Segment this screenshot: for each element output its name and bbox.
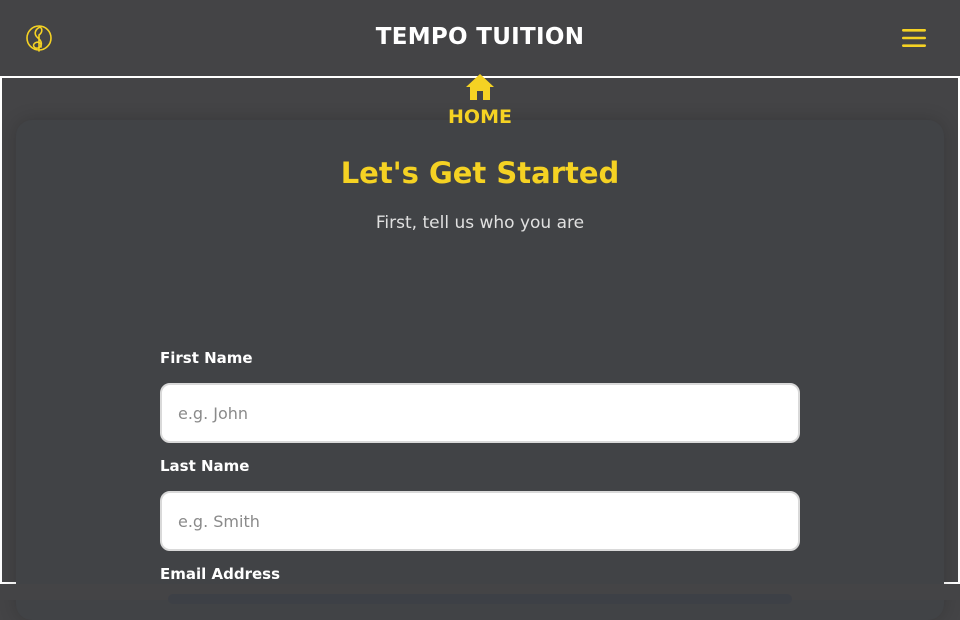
first-name-input[interactable] (160, 383, 800, 443)
page-subtitle: First, tell us who you are (375, 213, 585, 233)
home-icon (466, 74, 494, 100)
email-label: Email Address (160, 565, 281, 583)
last-name-input[interactable] (160, 491, 800, 551)
top-bar: TEMPO TUITION (0, 0, 960, 76)
hamburger-menu-icon[interactable] (898, 26, 930, 50)
last-name-label: Last Name (160, 457, 250, 475)
home-label: HOME (448, 106, 512, 128)
brand-title: TEMPO TUITION (375, 24, 585, 50)
first-name-label: First Name (160, 349, 253, 367)
home-link[interactable]: HOME (430, 72, 530, 134)
page-title: Let's Get Started (340, 156, 620, 190)
email-input-partial[interactable] (168, 594, 792, 604)
